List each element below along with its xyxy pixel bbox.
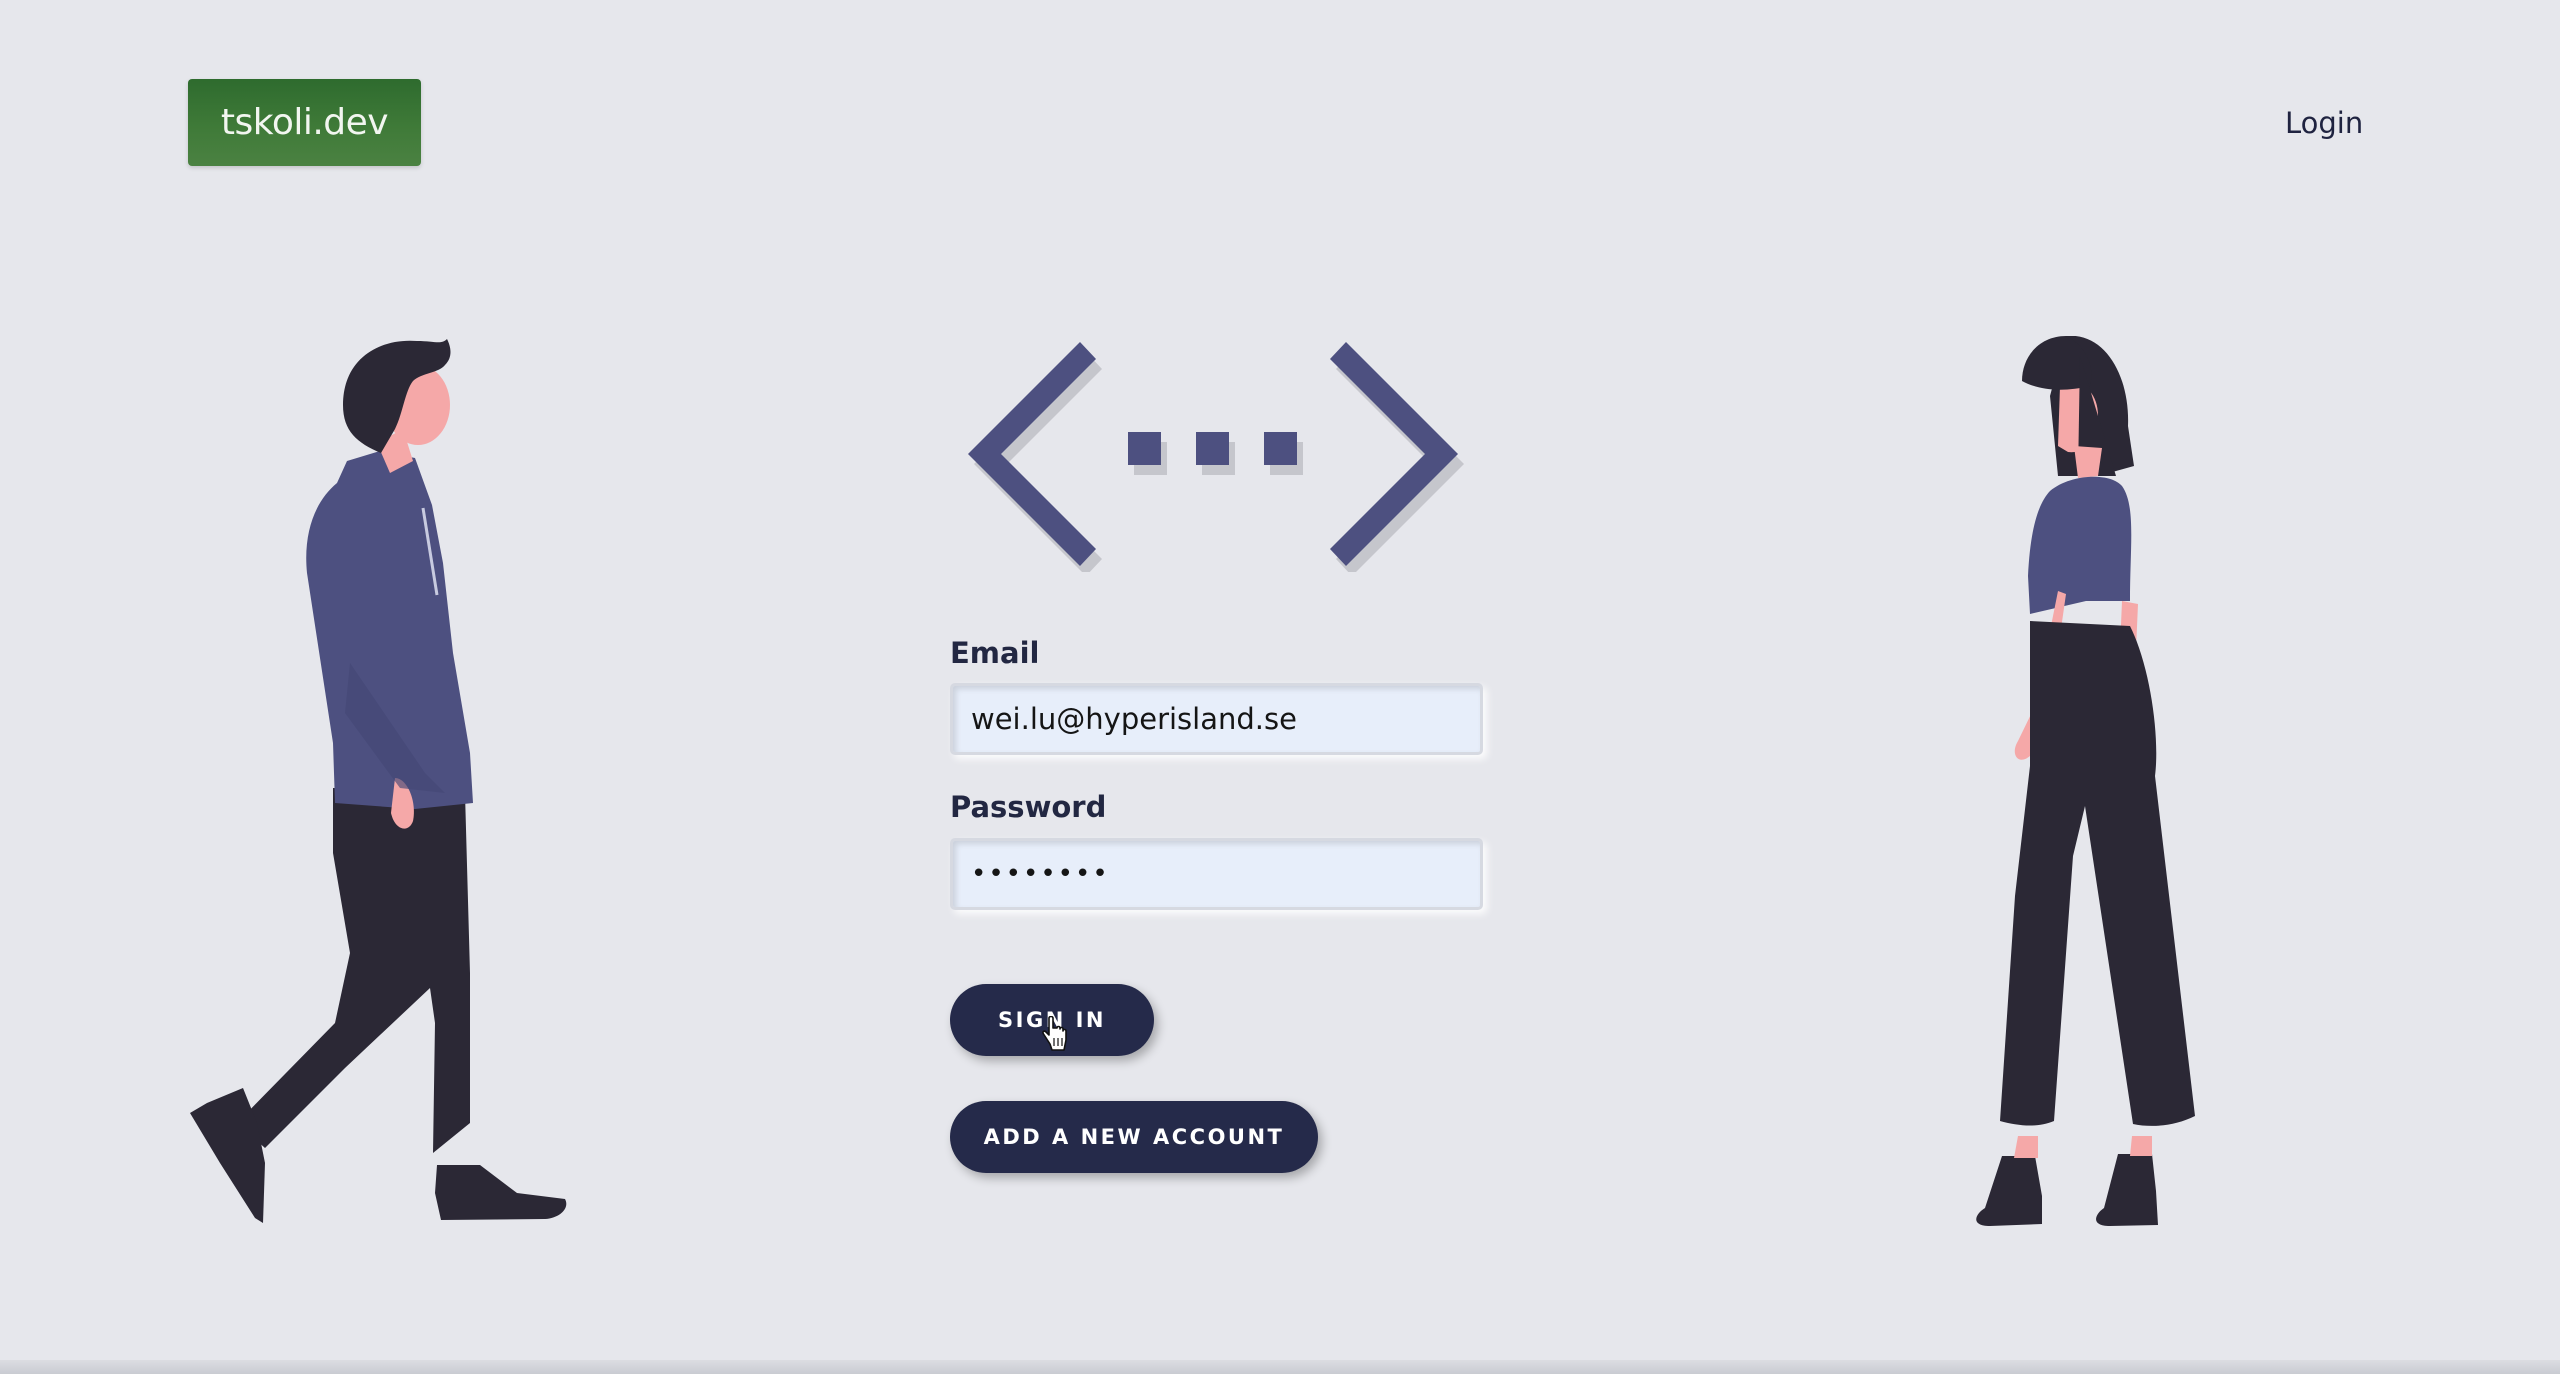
login-page: tskoli.dev Login Email Password SIGN IN … xyxy=(0,0,2560,1374)
email-field[interactable] xyxy=(950,683,1483,755)
logo-text[interactable]: tskoli.dev xyxy=(221,102,389,143)
hand-pointer-icon xyxy=(1042,1016,1067,1051)
password-label: Password xyxy=(950,790,1107,824)
code-brackets-icon xyxy=(968,342,1464,572)
bottom-edge xyxy=(0,1360,2560,1374)
email-label: Email xyxy=(950,636,1040,670)
walking-man-illustration xyxy=(190,339,567,1223)
standing-woman-illustration xyxy=(1976,336,2195,1226)
nav-login-link[interactable]: Login xyxy=(2285,106,2363,140)
add-account-button[interactable]: ADD A NEW ACCOUNT xyxy=(950,1101,1318,1173)
site-logo[interactable]: tskoli.dev xyxy=(188,79,421,166)
password-field[interactable] xyxy=(950,838,1483,910)
